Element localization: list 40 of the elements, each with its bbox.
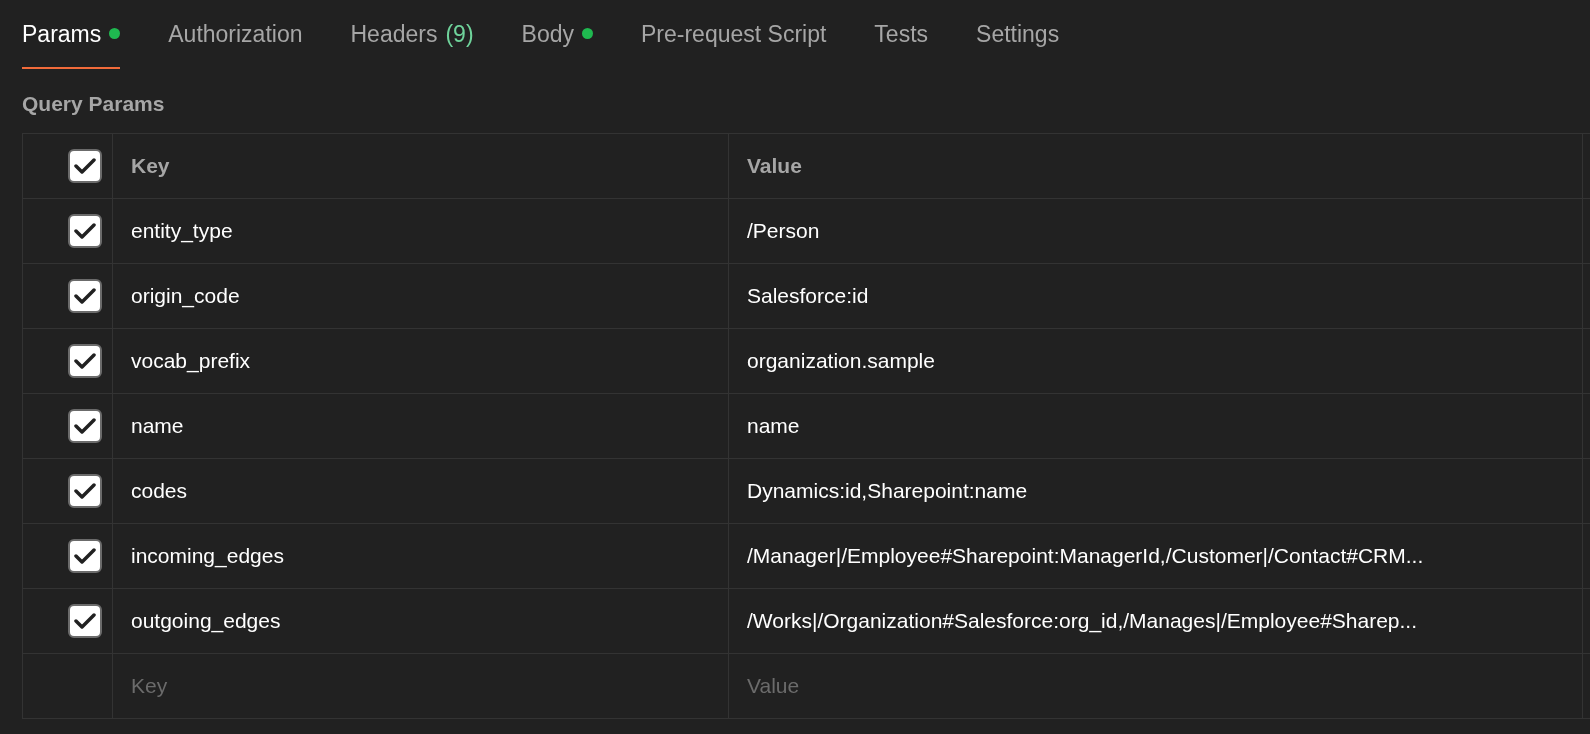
check-icon (74, 222, 96, 240)
table-cell-text: origin_code (131, 283, 240, 310)
table-cell-text: /Person (747, 218, 820, 245)
check-icon (74, 287, 96, 305)
checkbox[interactable] (68, 149, 102, 183)
table-cell-text: organization.sample (747, 348, 935, 375)
table-cell-text: name (131, 413, 184, 440)
tab[interactable]: Body (521, 16, 593, 69)
tab[interactable]: Pre-request Script (641, 16, 827, 69)
table-cell-text: name (747, 413, 800, 440)
checkbox[interactable] (68, 344, 102, 378)
table-cell-text: Dynamics:id,Sharepoint:name (747, 478, 1028, 505)
table-cell-text: /Manager|/Employee#Sharepoint:ManagerId,/Customer|/Contact#CRM... (747, 543, 1424, 570)
checkbox[interactable] (68, 474, 102, 508)
table-cell-text: /Works|/Organization#Salesforce:org_id,/Manages|/Employee#Sharep... (747, 608, 1418, 635)
tab[interactable]: Tests (874, 16, 929, 69)
check-icon (74, 612, 96, 630)
column-header[interactable]: Value (747, 150, 802, 182)
check-icon (74, 482, 96, 500)
table-cell-text: Salesforce:id (747, 283, 869, 310)
check-icon (74, 547, 96, 565)
checkbox[interactable] (68, 409, 102, 443)
table-cell-text: codes (131, 478, 188, 505)
table-cell-text: entity_type (131, 218, 233, 245)
tab[interactable]: Settings (976, 16, 1060, 69)
column-header[interactable]: Key (131, 150, 170, 182)
table-cell-text: vocab_prefix (131, 348, 251, 375)
section-title: Query Params (21, 91, 166, 117)
tab[interactable]: Headers (9) (350, 16, 474, 69)
checkbox[interactable] (68, 604, 102, 638)
checkbox[interactable] (68, 539, 102, 573)
check-icon (74, 157, 96, 175)
check-icon (74, 352, 96, 370)
checkbox[interactable] (68, 214, 102, 248)
table-cell-text: incoming_edges (131, 543, 284, 570)
checkbox[interactable] (68, 279, 102, 313)
tab[interactable]: Params (22, 16, 121, 69)
check-icon (74, 417, 96, 435)
table-cell-text: outgoing_edges (131, 608, 281, 635)
tab[interactable]: Authorization (168, 16, 303, 69)
